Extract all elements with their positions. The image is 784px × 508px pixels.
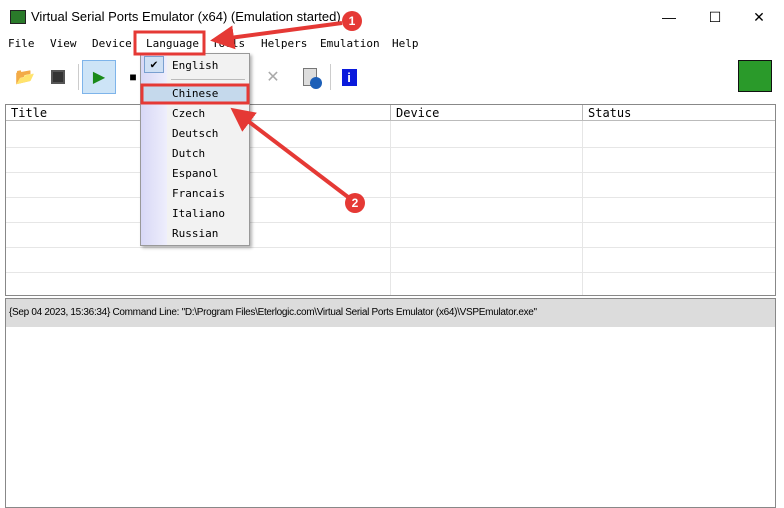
step-badge-2: 2 bbox=[345, 193, 365, 213]
menu-tools[interactable]: Tools bbox=[212, 37, 245, 50]
menu-emulation[interactable]: Emulation bbox=[320, 37, 380, 50]
toolbar-separator bbox=[78, 64, 79, 90]
menu-file[interactable]: File bbox=[8, 37, 35, 50]
language-francais[interactable]: Francais bbox=[143, 184, 249, 204]
language-espanol[interactable]: Espanol bbox=[143, 164, 249, 184]
app-icon bbox=[10, 10, 26, 24]
language-italiano[interactable]: Italiano bbox=[143, 204, 249, 224]
column-device[interactable]: Device bbox=[391, 105, 583, 121]
grid-line bbox=[6, 272, 775, 273]
menu-helpers[interactable]: Helpers bbox=[261, 37, 307, 50]
app-logo-icon bbox=[738, 60, 772, 92]
menu-language[interactable]: Language bbox=[146, 37, 199, 50]
language-dropdown-menu: ✔ English Chinese Czech Deutsch Dutch Es… bbox=[140, 53, 250, 246]
start-emulation-button[interactable]: ▶ bbox=[82, 60, 116, 94]
grid-line bbox=[6, 247, 775, 248]
log-entry: {Sep 04 2023, 15:36:34} Command Line: "D… bbox=[6, 299, 775, 327]
language-czech[interactable]: Czech bbox=[143, 104, 249, 124]
menu-device[interactable]: Device bbox=[92, 37, 132, 50]
menu-help[interactable]: Help bbox=[392, 37, 419, 50]
menu-separator bbox=[171, 79, 245, 80]
language-dutch[interactable]: Dutch bbox=[143, 144, 249, 164]
language-deutsch[interactable]: Deutsch bbox=[143, 124, 249, 144]
menu-bar: File View Device Language Tools Helpers … bbox=[0, 34, 784, 54]
language-russian[interactable]: Russian bbox=[143, 224, 249, 244]
save-icon[interactable] bbox=[43, 62, 73, 92]
log-panel[interactable]: {Sep 04 2023, 15:36:34} Command Line: "D… bbox=[5, 298, 776, 508]
title-bar: Virtual Serial Ports Emulator (x64) (Emu… bbox=[0, 0, 784, 34]
maximize-button[interactable]: ☐ bbox=[692, 0, 738, 34]
grid-line bbox=[6, 172, 775, 173]
language-chinese[interactable]: Chinese bbox=[143, 84, 249, 104]
toolbar-separator bbox=[330, 64, 331, 90]
menu-view[interactable]: View bbox=[50, 37, 77, 50]
grid-line bbox=[6, 197, 775, 198]
column-status[interactable]: Status bbox=[583, 105, 775, 121]
toolbar: 📂 ▶ ■ ✕ i bbox=[0, 56, 784, 98]
window-title: Virtual Serial Ports Emulator (x64) (Emu… bbox=[31, 9, 341, 24]
info-icon[interactable]: i bbox=[334, 62, 364, 92]
minimize-button[interactable]: — bbox=[646, 0, 692, 34]
remove-device-icon[interactable]: ✕ bbox=[258, 62, 288, 92]
language-english[interactable]: English bbox=[143, 56, 249, 76]
grid-line bbox=[6, 222, 775, 223]
step-badge-1: 1 bbox=[342, 11, 362, 31]
grid-line bbox=[6, 147, 775, 148]
calculator-globe-icon[interactable] bbox=[295, 62, 325, 92]
close-button[interactable]: ✕ bbox=[736, 0, 782, 34]
open-folder-icon[interactable]: 📂 bbox=[10, 62, 40, 92]
device-list[interactable]: Title Device Status bbox=[5, 104, 776, 296]
